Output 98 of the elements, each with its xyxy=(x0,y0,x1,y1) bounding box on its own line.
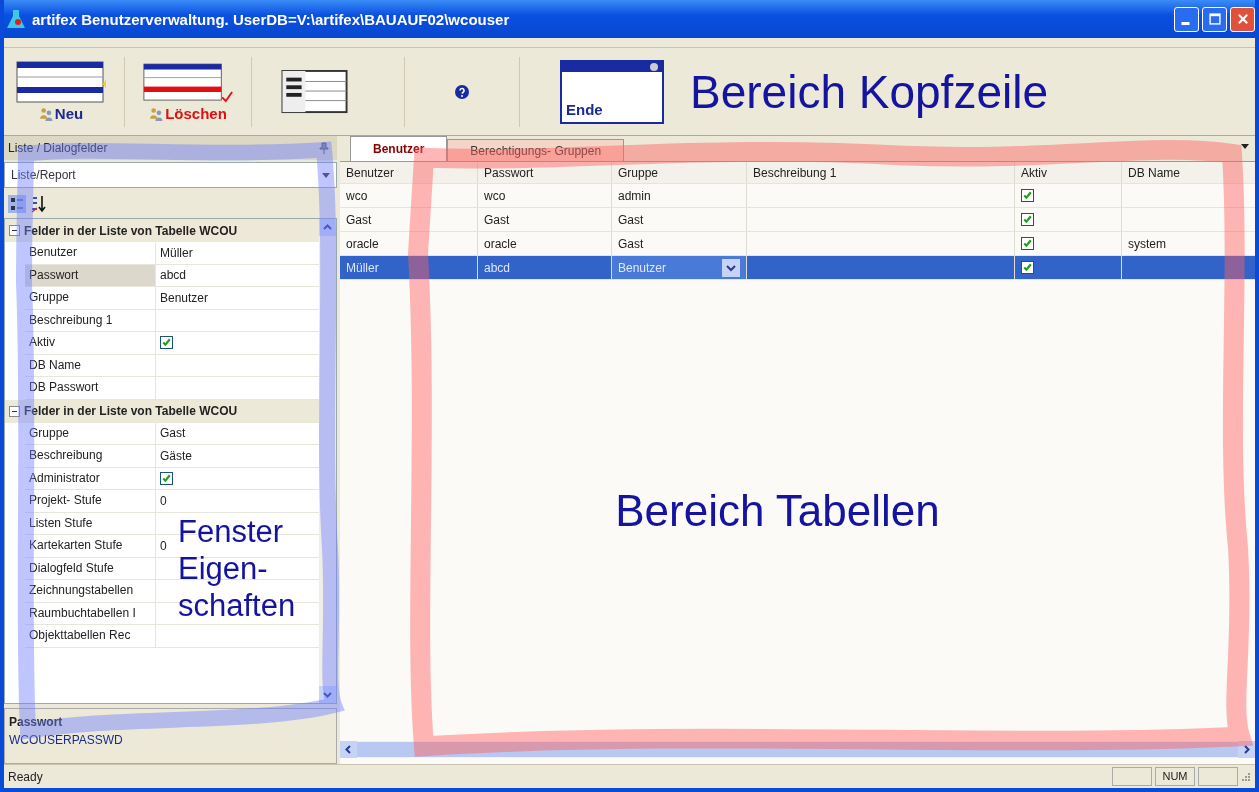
table-row[interactable]: Gast Gast Gast xyxy=(340,208,1255,232)
property-value[interactable]: 0 xyxy=(160,538,167,553)
property-name[interactable]: Administrator xyxy=(25,467,156,489)
caret-icon xyxy=(322,172,330,178)
users-icon xyxy=(149,106,164,121)
column-header[interactable]: DB Name xyxy=(1122,162,1255,183)
scrollbar[interactable] xyxy=(319,219,336,703)
annotation-label: schaften xyxy=(178,590,296,621)
table-cell: Gast xyxy=(618,236,644,251)
column-header[interactable]: Benutzer xyxy=(340,162,478,183)
help-icon xyxy=(455,84,469,99)
minimize-button[interactable] xyxy=(1174,6,1199,32)
table-cell: oracle xyxy=(484,236,517,251)
table-cell: admin xyxy=(618,188,651,203)
status-indicator: NUM xyxy=(1155,767,1195,786)
property-value[interactable]: abcd xyxy=(160,268,187,283)
exit-button[interactable]: Ende xyxy=(560,59,664,124)
scroll-up-icon[interactable] xyxy=(319,219,336,236)
report-dropdown[interactable]: Liste/Report xyxy=(4,162,337,188)
annotation-label: Bereich Kopfzeile xyxy=(690,64,1048,119)
property-name[interactable]: Projekt- Stufe xyxy=(25,490,156,512)
close-icon xyxy=(1235,12,1250,26)
table-icon xyxy=(16,61,106,105)
property-name[interactable]: Gruppe xyxy=(25,287,156,309)
column-header[interactable]: Gruppe xyxy=(612,162,747,183)
delete-button[interactable]: Löschen xyxy=(139,59,237,124)
table-row[interactable]: Müller abcd Benutzer xyxy=(340,256,1255,280)
caret-icon[interactable] xyxy=(722,258,740,277)
window-title: artifex Benutzerverwaltung. UserDB=V:\artifex\BAUAUF02\wcouser xyxy=(32,10,511,28)
property-name[interactable]: Beschreibung xyxy=(25,445,156,467)
section-header: Felder in der Liste von Tabelle WCOU xyxy=(24,223,238,238)
property-name[interactable]: Raumbuchtabellen I xyxy=(25,602,156,624)
property-value[interactable]: Gast xyxy=(160,426,186,441)
property-name[interactable]: Zeichnungstabellen xyxy=(25,580,156,602)
description-title: Passwort xyxy=(9,715,64,729)
annotation-label: Bereich Tabellen xyxy=(615,485,940,536)
property-name[interactable]: Objekttabellen Rec xyxy=(25,625,156,647)
property-value[interactable]: Müller xyxy=(160,245,193,260)
property-name[interactable]: Dialogfeld Stufe xyxy=(25,557,156,579)
close-button[interactable] xyxy=(1230,6,1255,32)
table-cell: Gast xyxy=(346,212,372,227)
status-panel xyxy=(1112,767,1152,786)
column-header[interactable]: Passwort xyxy=(478,162,612,183)
categorized-icon[interactable] xyxy=(8,195,26,213)
section-header: Felder in der Liste von Tabelle WCOU xyxy=(24,404,238,418)
table-cell: wco xyxy=(346,188,368,203)
tab[interactable]: Benutzer xyxy=(350,136,448,161)
checkbox[interactable] xyxy=(160,471,173,485)
table-cell: wco xyxy=(484,188,506,203)
checkbox[interactable] xyxy=(160,336,173,350)
table-cell: abcd xyxy=(484,260,511,275)
property-name[interactable]: DB Passwort xyxy=(25,377,156,399)
column-header[interactable]: Aktiv xyxy=(1015,162,1122,183)
collapse-toggle[interactable] xyxy=(9,225,20,236)
property-name[interactable]: Benutzer xyxy=(25,242,156,264)
property-name[interactable]: DB Name xyxy=(25,354,156,376)
property-name[interactable]: Beschreibung 1 xyxy=(25,309,156,331)
property-value[interactable]: Benutzer xyxy=(160,290,209,305)
table-row[interactable]: wco wco admin xyxy=(340,184,1255,208)
table-cell: Benutzer xyxy=(618,260,667,275)
panel-title: Liste / Dialogfelder xyxy=(8,141,108,155)
checkbox[interactable] xyxy=(1021,213,1034,226)
maximize-icon xyxy=(1207,12,1222,26)
status-text: Ready xyxy=(8,769,44,784)
table-cell: Müller xyxy=(346,260,379,275)
scrollbar[interactable] xyxy=(340,741,1255,758)
property-name[interactable]: Kartekarten Stufe xyxy=(25,535,156,557)
table-cell: Gast xyxy=(484,212,510,227)
flask-icon xyxy=(6,8,26,30)
scroll-left-icon[interactable] xyxy=(340,741,357,758)
property-name[interactable]: Listen Stufe xyxy=(25,512,156,534)
property-value[interactable]: 0 xyxy=(160,493,167,508)
property-name[interactable]: Passwort xyxy=(25,264,156,286)
annotation-label: Eigen- xyxy=(178,553,268,584)
maximize-button[interactable] xyxy=(1202,6,1227,32)
table-cell: system xyxy=(1128,236,1166,251)
sort-icon[interactable] xyxy=(30,195,48,213)
table-cell: oracle xyxy=(346,236,379,251)
table-cell: Gast xyxy=(618,212,644,227)
minimize-icon xyxy=(1180,21,1190,25)
scroll-right-icon[interactable] xyxy=(1238,741,1255,758)
scroll-down-icon[interactable] xyxy=(319,686,336,703)
new-button[interactable]: Neu xyxy=(12,59,110,124)
property-value[interactable]: Gäste xyxy=(160,448,192,463)
description-text: WCOUSERPASSWD xyxy=(9,733,124,747)
annotation-label: Fenster xyxy=(178,516,284,547)
status-panel xyxy=(1198,767,1238,786)
column-header[interactable]: Beschreibung 1 xyxy=(747,162,1015,183)
checkbox[interactable] xyxy=(1021,261,1034,274)
property-name[interactable]: Gruppe xyxy=(25,422,156,444)
collapse-toggle[interactable] xyxy=(9,405,20,417)
property-name[interactable]: Aktiv xyxy=(25,332,156,354)
users-icon xyxy=(38,106,53,121)
checkbox[interactable] xyxy=(1021,237,1034,250)
checkbox[interactable] xyxy=(1021,189,1034,202)
delete-table-icon xyxy=(143,61,233,105)
resize-grip[interactable] xyxy=(1241,771,1251,782)
caret-icon[interactable] xyxy=(1241,144,1249,149)
